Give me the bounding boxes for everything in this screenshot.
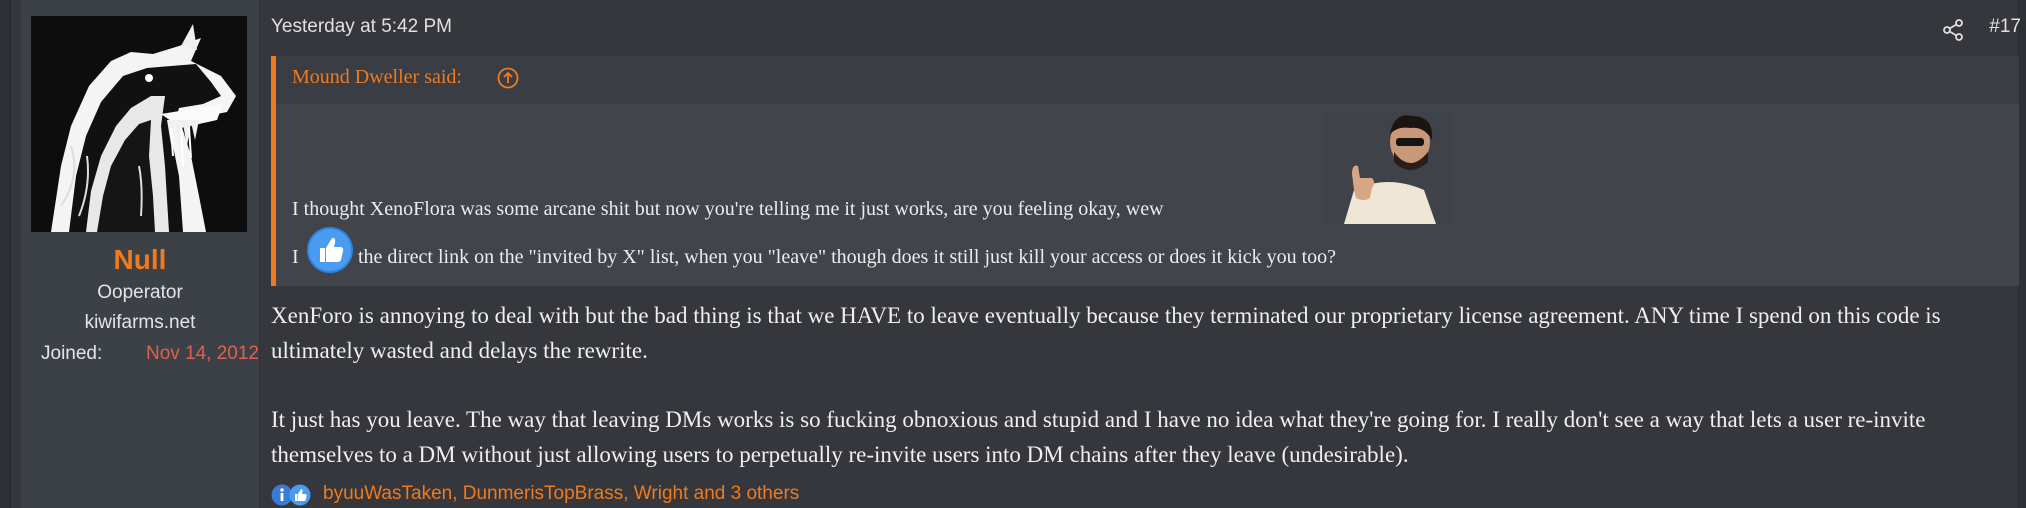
thumbs-up-icon <box>307 227 353 273</box>
arrow-up-circle-icon[interactable] <box>496 66 520 90</box>
avatar[interactable] <box>31 16 247 232</box>
joined-date: Nov 14, 2012 <box>145 343 259 364</box>
quote-text-line: I thought XenoFlora was some arcane shit… <box>292 198 1164 220</box>
username[interactable]: Null <box>21 244 259 276</box>
reaction-users-link[interactable]: byuuWasTaken, DunmerisTopBrass, Wright a… <box>323 483 799 505</box>
post-paragraph: It just has you leave. The way that leav… <box>271 407 1926 467</box>
wolf-avatar-image <box>31 16 247 232</box>
post-paragraph: XenForo is annoying to deal with but the… <box>271 303 1941 363</box>
post-date-link[interactable]: Yesterday at 5:42 PM <box>271 16 452 38</box>
forum-post: Null Ooperator kiwifarms.net Joined: Nov… <box>10 0 2021 508</box>
quote-author-link[interactable]: Mound Dweller said: <box>292 66 462 89</box>
page: Null Ooperator kiwifarms.net Joined: Nov… <box>0 0 2026 508</box>
quote-block: Mound Dweller said: I thought XenoFlora … <box>271 56 2019 286</box>
like-reaction-icon <box>289 484 311 506</box>
quote-header: Mound Dweller said: <box>276 56 2019 104</box>
post-header: Yesterday at 5:42 PM #17 <box>271 16 2021 46</box>
quote-text-prefix: I <box>292 246 299 268</box>
quote-text-line: the direct link on the "invited by X" li… <box>358 246 1337 268</box>
joined-label: Joined: <box>41 343 103 364</box>
user-title: Ooperator <box>97 282 183 303</box>
post-number-link[interactable]: #17 <box>1989 16 2021 38</box>
user-site: kiwifarms.net <box>84 312 196 333</box>
user-info-panel: Null Ooperator kiwifarms.net Joined: Nov… <box>21 0 260 508</box>
share-icon[interactable] <box>1941 18 1965 42</box>
thumbs-up-man-image <box>1324 112 1454 224</box>
